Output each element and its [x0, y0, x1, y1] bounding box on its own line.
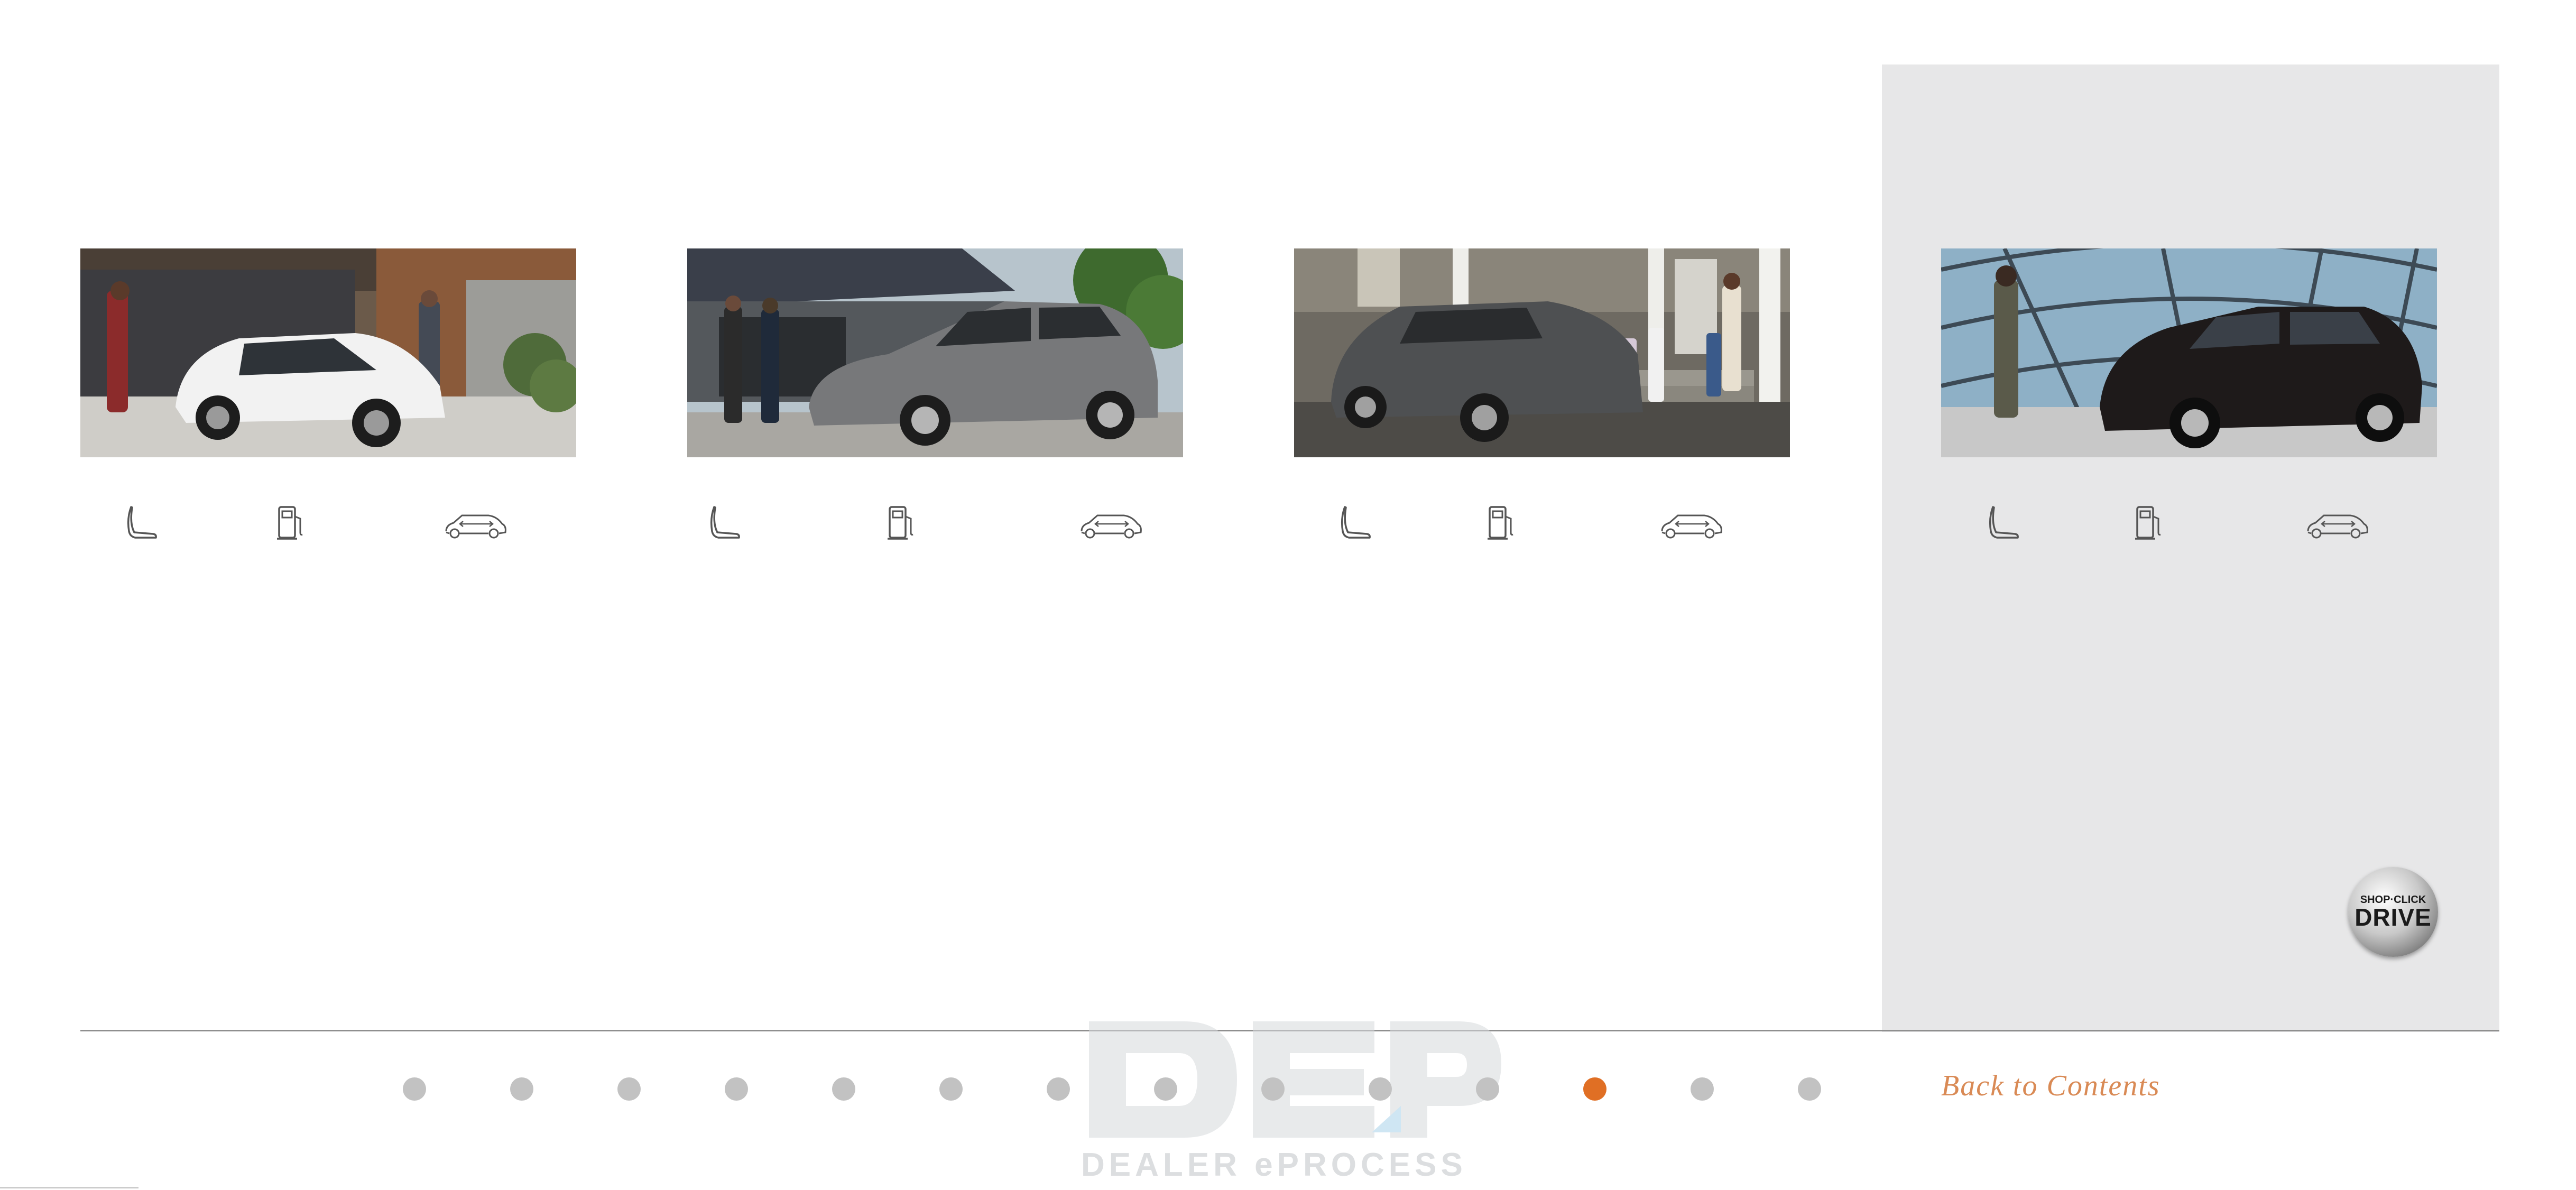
- page-dot[interactable]: [1798, 1077, 1821, 1101]
- vehicle-photo-3[interactable]: [1294, 248, 1790, 457]
- page-dot[interactable]: [832, 1077, 855, 1101]
- page-dot[interactable]: [1476, 1077, 1499, 1101]
- suv-dimensions-icon: [1079, 510, 1143, 542]
- seat-icon: [1989, 505, 2020, 542]
- vehicle-photo-1[interactable]: [80, 248, 576, 457]
- watermark-text: DEALER ePROCESS: [1081, 1147, 1467, 1183]
- shop-click-drive-badge[interactable]: SHOP·CLICK DRIVE: [2348, 867, 2438, 957]
- suv-dimensions-icon: [1660, 510, 1723, 542]
- page-dot-active[interactable]: [1583, 1077, 1606, 1101]
- seat-icon: [710, 505, 742, 542]
- suv-dimensions-icon: [444, 510, 507, 542]
- back-to-contents-link[interactable]: Back to Contents: [1941, 1069, 2160, 1103]
- page-dot[interactable]: [1369, 1077, 1392, 1101]
- page-dot[interactable]: [617, 1077, 641, 1101]
- vehicle-photo-4[interactable]: [1941, 248, 2437, 457]
- page-dot[interactable]: [1691, 1077, 1714, 1101]
- seat-icon: [1341, 505, 1372, 542]
- vehicle-card-2[interactable]: [687, 248, 1183, 457]
- corner-rule: [0, 1187, 139, 1188]
- fuel-pump-icon: [2133, 505, 2165, 542]
- fuel-pump-icon: [1485, 505, 1517, 542]
- page-dot[interactable]: [939, 1077, 963, 1101]
- vehicle-card-3[interactable]: [1294, 248, 1790, 457]
- suv-dimensions-icon: [2306, 510, 2369, 542]
- vehicle-card-4[interactable]: [1941, 248, 2437, 457]
- page-dot[interactable]: [725, 1077, 748, 1101]
- page-dot[interactable]: [1047, 1077, 1070, 1101]
- fuel-pump-icon: [275, 505, 307, 542]
- vehicle-card-1[interactable]: [80, 248, 576, 457]
- page-dot[interactable]: [1261, 1077, 1285, 1101]
- page-dot[interactable]: [510, 1077, 533, 1101]
- badge-main-text: DRIVE: [2355, 903, 2432, 931]
- page-dot[interactable]: [403, 1077, 426, 1101]
- seat-icon: [127, 505, 159, 542]
- fuel-pump-icon: [885, 505, 917, 542]
- vehicle-photo-2[interactable]: [687, 248, 1183, 457]
- page-dot[interactable]: [1154, 1077, 1177, 1101]
